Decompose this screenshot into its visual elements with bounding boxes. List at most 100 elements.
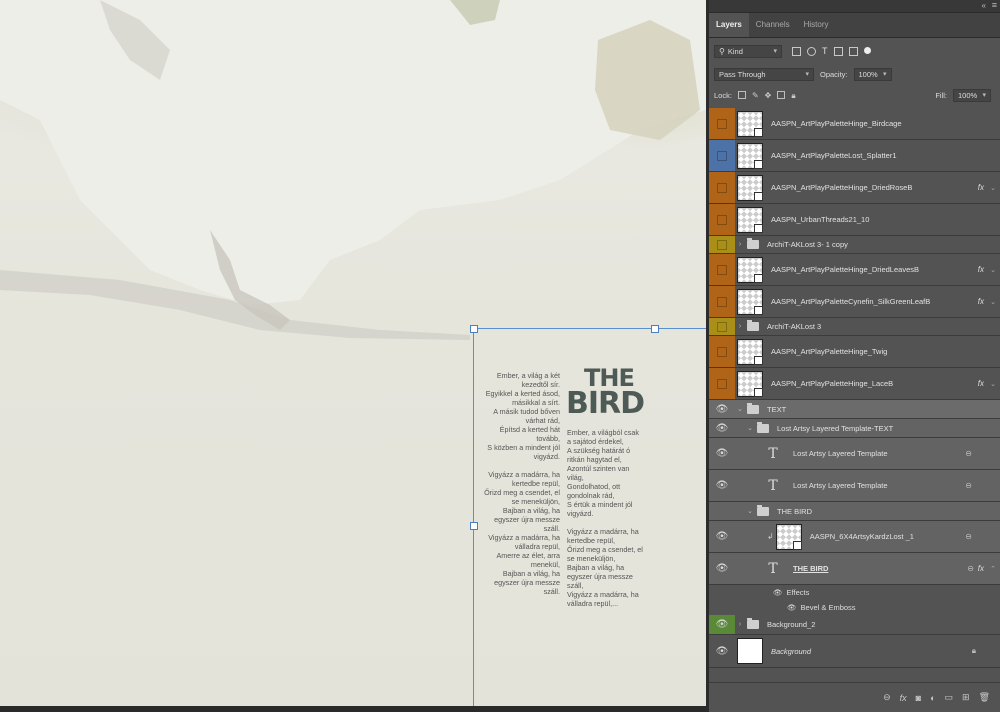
- filter-kind-dropdown[interactable]: ⚲ Kind ▾: [714, 44, 782, 58]
- layer-row[interactable]: AASPN_ArtPlayPaletteHinge_DriedLeavesB fx…: [709, 254, 1000, 286]
- layers-list[interactable]: AASPN_ArtPlayPaletteHinge_Birdcage AASPN_…: [709, 108, 1000, 682]
- layer-group-text[interactable]: 👁︎ ⌄ TEXT: [709, 400, 1000, 419]
- visibility-toggle[interactable]: [709, 336, 735, 367]
- fx-icon[interactable]: fx: [978, 297, 984, 306]
- visibility-toggle[interactable]: [709, 286, 735, 317]
- document-canvas[interactable]: Ember, a világ a két kezedtől sír. Egyik…: [0, 0, 706, 712]
- chevron-down-icon[interactable]: ⌄: [990, 298, 996, 306]
- chevron-down-icon[interactable]: ⌄: [745, 424, 755, 432]
- chevron-down-icon: ▾: [982, 92, 986, 99]
- fx-icon[interactable]: fx: [900, 693, 907, 703]
- visibility-toggle[interactable]: [709, 172, 735, 203]
- fx-icon[interactable]: fx: [978, 564, 984, 573]
- the-bird-text-layer[interactable]: 👁︎ T THE BIRD ⊖ fx ⌃: [709, 553, 1000, 585]
- chevron-down-icon[interactable]: ⌄: [735, 405, 745, 413]
- layer-row[interactable]: AASPN_ArtPlayPaletteHinge_Birdcage: [709, 108, 1000, 140]
- clipping-arrow-icon: ↲: [767, 532, 774, 541]
- layer-row[interactable]: AASPN_UrbanThreads21_10: [709, 204, 1000, 236]
- lock-image-icon[interactable]: ✎: [752, 91, 759, 100]
- smart-object-filter-icon[interactable]: [848, 46, 858, 56]
- chevron-down-icon[interactable]: ⌄: [990, 380, 996, 388]
- visibility-toggle[interactable]: 👁︎: [709, 419, 735, 437]
- tab-layers[interactable]: Layers: [709, 13, 749, 37]
- eye-icon[interactable]: 👁︎: [787, 603, 797, 612]
- visibility-toggle[interactable]: [709, 502, 735, 520]
- layer-group-text-template[interactable]: 👁︎ ⌄ Lost Artsy Layered Template-TEXT: [709, 419, 1000, 438]
- layer-row[interactable]: AASPN_ArtPlayPaletteHinge_LaceB fx ⌄: [709, 368, 1000, 400]
- visibility-toggle[interactable]: [709, 108, 735, 139]
- link-icon[interactable]: ⊖: [965, 449, 972, 458]
- effects-row[interactable]: 👁︎ Effects: [709, 585, 1000, 599]
- link-icon[interactable]: ⊖: [965, 532, 972, 541]
- eye-icon[interactable]: 👁︎: [773, 588, 783, 597]
- delete-layer-icon[interactable]: 🗑︎: [979, 692, 990, 703]
- link-icon[interactable]: ⊖: [967, 564, 974, 573]
- lock-icon[interactable]: 🔒︎: [972, 646, 976, 656]
- adjustment-layer-icon[interactable]: ◐: [930, 693, 935, 703]
- visibility-toggle[interactable]: [709, 254, 735, 285]
- layer-group-row[interactable]: › ArchiT-AKLost 3- 1 copy: [709, 236, 1000, 254]
- lock-all-icon[interactable]: 🔒︎: [791, 91, 795, 100]
- visibility-toggle[interactable]: [709, 236, 735, 253]
- new-group-icon[interactable]: ▭: [945, 692, 954, 703]
- link-layers-icon[interactable]: ⊖: [883, 692, 891, 703]
- layer-group-row[interactable]: › ArchiT-AKLost 3: [709, 318, 1000, 336]
- pixel-filter-icon[interactable]: [792, 46, 801, 56]
- transform-handle-middle-left[interactable]: [470, 522, 478, 530]
- visibility-toggle[interactable]: [709, 318, 735, 335]
- add-mask-icon[interactable]: ◙: [916, 693, 921, 703]
- visibility-toggle[interactable]: 👁︎: [709, 470, 735, 501]
- layer-row[interactable]: AASPN_ArtPlayPaletteCynefin_SilkGreenLea…: [709, 286, 1000, 318]
- chevron-down-icon[interactable]: ⌄: [745, 507, 755, 515]
- fill-input[interactable]: 100% ▾: [953, 88, 991, 102]
- layer-row[interactable]: AASPN_ArtPlayPaletteLost_Splatter1: [709, 140, 1000, 172]
- filter-toggle-icon[interactable]: [863, 46, 871, 54]
- chevron-right-icon[interactable]: ›: [735, 621, 745, 628]
- bevel-emboss-row[interactable]: 👁︎ Bevel & Emboss: [709, 599, 1000, 615]
- visibility-toggle[interactable]: 👁︎: [709, 521, 735, 552]
- tab-channels[interactable]: Channels: [749, 13, 797, 37]
- chevron-down-icon[interactable]: ⌄: [990, 184, 996, 192]
- visibility-toggle[interactable]: 👁︎: [709, 438, 735, 469]
- lock-position-icon[interactable]: ✥: [765, 91, 772, 100]
- opacity-input[interactable]: 100% ▾: [853, 67, 892, 81]
- clipped-layer[interactable]: 👁︎ ↲ AASPN_6X4ArtsyKardzLost _1 ⊖: [709, 521, 1000, 553]
- visibility-toggle[interactable]: [709, 204, 735, 235]
- chevron-right-icon[interactable]: ›: [735, 323, 745, 330]
- blend-mode-dropdown[interactable]: Pass Through ▾: [714, 67, 814, 81]
- type-filter-icon[interactable]: T: [822, 46, 828, 56]
- panel-menu-icon[interactable]: ≡: [992, 0, 997, 10]
- collapse-panel-icon[interactable]: «: [982, 1, 986, 10]
- visibility-toggle[interactable]: [709, 368, 735, 399]
- lock-transparent-icon[interactable]: [737, 91, 746, 99]
- fx-icon[interactable]: fx: [978, 183, 984, 192]
- text-layer-1[interactable]: 👁︎ T Lost Artsy Layered Template ⊖: [709, 438, 1000, 470]
- text-layer-2[interactable]: 👁︎ T Lost Artsy Layered Template ⊖: [709, 470, 1000, 502]
- layer-row[interactable]: AASPN_ArtPlayPaletteHinge_DriedRoseB fx ⌄: [709, 172, 1000, 204]
- layer-row[interactable]: AASPN_ArtPlayPaletteHinge_Twig: [709, 336, 1000, 368]
- transform-handle-top-middle[interactable]: [651, 325, 659, 333]
- fx-icon[interactable]: fx: [978, 265, 984, 274]
- layer-group-background-2[interactable]: 👁︎ › Background_2: [709, 615, 1000, 635]
- lock-artboard-icon[interactable]: [777, 91, 786, 99]
- background-layer[interactable]: 👁︎ Background 🔒︎: [709, 635, 1000, 668]
- visibility-toggle[interactable]: 👁︎: [709, 553, 735, 584]
- chevron-up-icon[interactable]: ⌃: [990, 565, 996, 573]
- adjustment-filter-icon[interactable]: [807, 46, 816, 56]
- visibility-toggle[interactable]: 👁︎: [709, 615, 735, 634]
- smart-object-icon: [754, 223, 763, 233]
- colored-layers: AASPN_ArtPlayPaletteHinge_Birdcage AASPN_…: [709, 108, 1000, 400]
- visibility-toggle[interactable]: 👁︎: [709, 400, 735, 418]
- visibility-toggle[interactable]: 👁︎: [709, 635, 735, 667]
- shape-filter-icon[interactable]: [833, 46, 843, 56]
- tab-history[interactable]: History: [797, 13, 836, 37]
- filter-kind-label: Kind: [727, 46, 743, 56]
- layer-group-the-bird[interactable]: ⌄ THE BIRD: [709, 502, 1000, 521]
- visibility-toggle[interactable]: [709, 140, 735, 171]
- transform-handle-top-left[interactable]: [470, 325, 478, 333]
- new-layer-icon[interactable]: ⊞: [962, 692, 970, 703]
- fx-icon[interactable]: fx: [978, 379, 984, 388]
- link-icon[interactable]: ⊖: [965, 481, 972, 490]
- chevron-down-icon[interactable]: ⌄: [990, 266, 996, 274]
- chevron-right-icon[interactable]: ›: [735, 241, 745, 248]
